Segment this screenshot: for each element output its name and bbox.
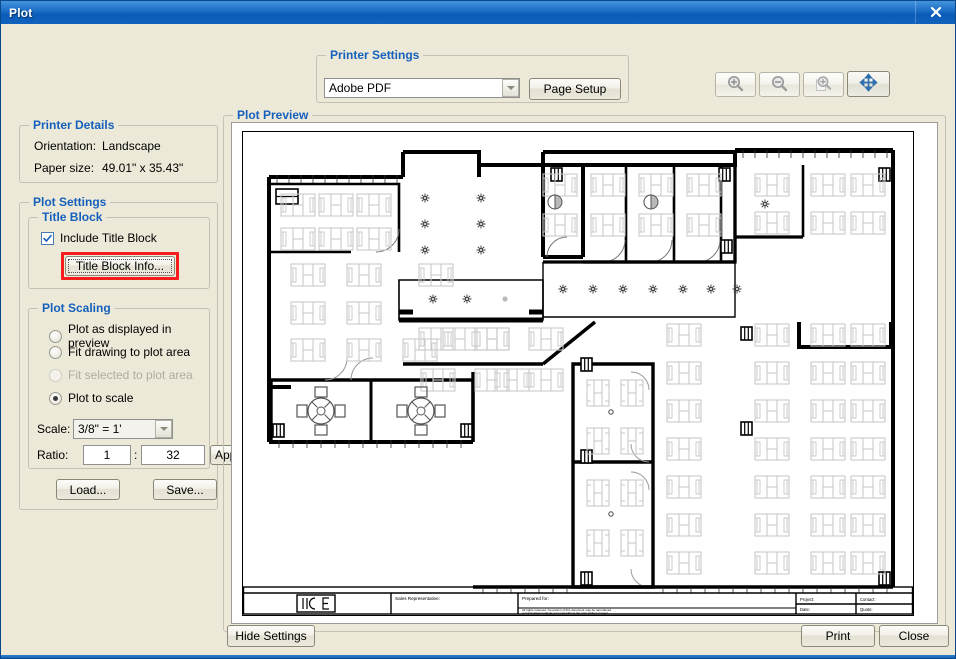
load-button[interactable]: Load... (56, 479, 120, 500)
printer-details-label: Printer Details (29, 118, 119, 132)
scale-select-value: 3/8" = 1' (78, 422, 122, 436)
title-block-group: Title Block Include Title Block Title Bl… (28, 210, 210, 289)
window-title: Plot (9, 5, 33, 20)
title-block-info-button[interactable]: Title Block Info... (65, 256, 175, 276)
paper-size-label: Paper size: (34, 161, 95, 175)
printer-details-group: Printer Details Orientation: Landscape P… (19, 118, 218, 183)
radio-plot-to-scale[interactable]: Plot to scale (49, 391, 133, 405)
printer-select[interactable]: Adobe PDF (324, 78, 520, 98)
pan-move-icon (859, 73, 878, 95)
zoom-in-icon (727, 75, 744, 95)
zoom-out-icon (771, 75, 788, 95)
radio-icon (49, 368, 62, 382)
zoom-out-button[interactable] (759, 72, 800, 97)
radio-fit-drawing-label: Fit drawing to plot area (68, 345, 191, 359)
include-title-block-label: Include Title Block (60, 231, 157, 245)
radio-fit-selected: Fit selected to plot area (49, 368, 193, 382)
plot-scaling-label: Plot Scaling (38, 301, 115, 315)
page-setup-button[interactable]: Page Setup (529, 78, 621, 100)
printer-settings-group: Printer Settings Adobe PDF Page Setup (316, 48, 629, 103)
include-title-block-checkbox[interactable]: Include Title Block (41, 231, 157, 245)
title-bar-buttons (915, 1, 955, 24)
pan-button[interactable] (847, 71, 890, 97)
plot-preview-group: Plot Preview Sales Representative: Prepa… (223, 108, 946, 632)
print-button[interactable]: Print (801, 625, 875, 647)
radio-icon (49, 345, 62, 359)
scale-select[interactable]: 3/8" = 1' (73, 419, 173, 439)
contact-label: Contact: (860, 597, 876, 602)
floor-plan-drawing: Sales Representative: Prepared for: All … (242, 148, 914, 615)
radio-icon (49, 391, 62, 405)
ratio-separator: : (134, 448, 138, 462)
ratio-numerator-input[interactable]: 1 (83, 445, 131, 465)
printer-select-value: Adobe PDF (329, 81, 392, 95)
drawing-sheet: Sales Representative: Prepared for: All … (242, 131, 914, 616)
scale-label: Scale: (37, 422, 71, 436)
plot-preview-label: Plot Preview (233, 108, 313, 122)
hide-settings-button[interactable]: Hide Settings (227, 625, 315, 647)
plot-scaling-group: Plot Scaling Plot as displayed in previe… (28, 301, 250, 469)
paper-size-value: 49.01" x 35.43" (102, 161, 184, 175)
radio-icon (49, 329, 62, 343)
chevron-down-icon (155, 420, 172, 438)
project-label: Project: (800, 597, 814, 602)
printer-settings-label: Printer Settings (326, 48, 424, 62)
status-line (1, 655, 955, 658)
orientation-value: Landscape (102, 139, 161, 153)
radio-fit-selected-label: Fit selected to plot area (68, 368, 193, 382)
close-icon[interactable] (915, 1, 955, 23)
title-block-label: Title Block (38, 210, 107, 224)
title-block-info-label: Title Block Info... (75, 259, 165, 273)
plot-dialog: Plot Printer Settings Adobe PDF Page Set… (0, 0, 956, 659)
plot-settings-group: Plot Settings Title Block Include Title … (19, 195, 250, 510)
rights-line-2: or transmitted in whole or in part witho… (522, 611, 608, 615)
sales-rep-label: Sales Representative: (395, 596, 440, 601)
close-button[interactable]: Close (879, 625, 949, 647)
date-label: Date: (800, 607, 810, 612)
chevron-down-icon (502, 79, 519, 97)
zoom-window-button[interactable] (803, 72, 844, 97)
zoom-in-button[interactable] (715, 72, 756, 97)
dialog-body: Printer Settings Adobe PDF Page Setup Pr… (1, 24, 955, 632)
prepared-for-label: Prepared for: (522, 596, 549, 601)
quote-label: Quote: (860, 607, 873, 612)
zoom-window-icon (815, 75, 832, 95)
radio-fit-drawing[interactable]: Fit drawing to plot area (49, 345, 190, 359)
dialog-footer: Hide Settings Print Close (1, 618, 955, 658)
title-bar: Plot (1, 1, 955, 24)
ratio-denominator-input[interactable]: 32 (141, 445, 205, 465)
orientation-label: Orientation: (34, 139, 97, 153)
ice-logo (296, 594, 336, 613)
plot-preview-canvas[interactable]: Sales Representative: Prepared for: All … (231, 122, 938, 624)
ratio-label: Ratio: (37, 448, 69, 462)
save-button[interactable]: Save... (153, 479, 217, 500)
plot-settings-label: Plot Settings (29, 195, 111, 209)
ceiling-fixtures (420, 193, 770, 517)
checkmark-icon (41, 231, 54, 245)
radio-plot-to-scale-label: Plot to scale (68, 391, 134, 405)
